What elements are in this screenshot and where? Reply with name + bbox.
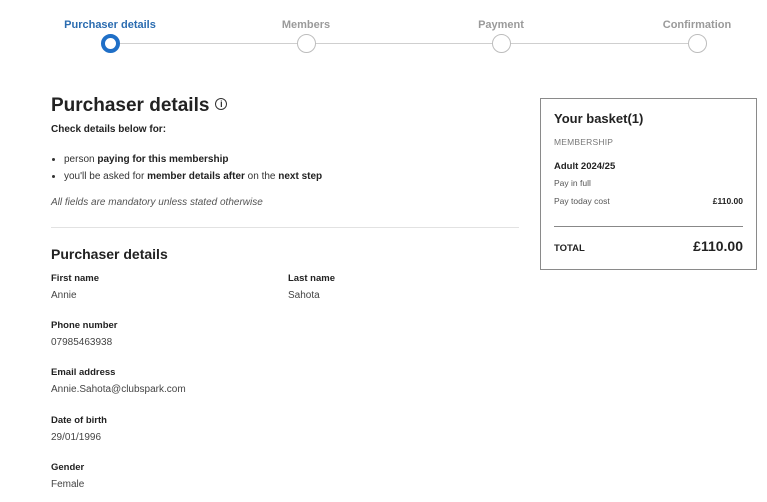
divider	[554, 226, 743, 227]
bullet-bold-text: member details after	[147, 171, 245, 182]
bullet-text: on the	[244, 171, 279, 182]
purchaser-details-panel: Purchaser details i Check details below f…	[51, 95, 519, 262]
basket-category: MEMBERSHIP	[554, 137, 614, 147]
field-value: 29/01/1996	[51, 432, 102, 443]
title-row: Purchaser details i	[51, 95, 519, 117]
step-purchaser-details: Purchaser details	[40, 0, 180, 53]
basket-title: Your basket(1)	[554, 111, 644, 126]
step-label: Confirmation	[662, 19, 732, 31]
field-value: Annie	[51, 290, 77, 301]
field-label: First name	[51, 273, 100, 284]
step-indicator	[687, 34, 707, 53]
bullet-bold-text: paying for this membership	[97, 154, 229, 165]
total-amount: £110.00	[693, 238, 743, 254]
divider	[51, 227, 519, 228]
pay-today-amount: £110.00	[712, 196, 743, 206]
step-label: Members	[281, 19, 331, 31]
instructions-list: person paying for this membership you'll…	[51, 154, 519, 183]
field-label: Date of birth	[51, 415, 107, 426]
field-label: Email address	[51, 367, 116, 378]
basket-plan: Pay in full	[554, 178, 591, 188]
step-indicator-active	[100, 34, 120, 53]
bullet-text: person	[64, 154, 98, 165]
step-members: Members	[236, 0, 376, 53]
last-name-field: Last name Sahota	[288, 273, 335, 302]
bullet-text: you'll be asked for	[64, 171, 148, 182]
pay-today-label: Pay today cost	[554, 196, 610, 206]
field-label: Last name	[288, 273, 335, 284]
step-payment: Payment	[431, 0, 571, 53]
step-confirmation: Confirmation	[627, 0, 767, 53]
step-indicator	[296, 34, 316, 53]
check-heading: Check details below for:	[51, 124, 167, 135]
email-address-field: Email address Annie.Sahota@clubspark.com	[51, 367, 186, 396]
section-title: Purchaser details	[51, 246, 168, 262]
step-indicator	[491, 34, 511, 53]
basket-summary: Your basket(1) MEMBERSHIP Adult 2024/25 …	[540, 98, 757, 270]
total-row: TOTAL £110.00	[554, 238, 743, 254]
total-label: TOTAL	[554, 243, 585, 254]
mandatory-note: All fields are mandatory unless stated o…	[51, 197, 263, 208]
gender-field: Gender Female	[51, 462, 84, 491]
field-value: Annie.Sahota@clubspark.com	[51, 384, 186, 395]
field-value: Sahota	[288, 290, 320, 301]
field-label: Phone number	[51, 320, 118, 331]
step-label: Payment	[478, 19, 524, 31]
page-title: Purchaser details	[51, 95, 210, 116]
field-label: Gender	[51, 462, 85, 473]
list-item: you'll be asked for member details after…	[64, 171, 519, 183]
field-value: 07985463938	[51, 337, 113, 348]
date-of-birth-field: Date of birth 29/01/1996	[51, 415, 107, 444]
progress-stepper: Purchaser details Members Payment Confir…	[0, 0, 767, 60]
phone-number-field: Phone number 07985463938	[51, 320, 118, 349]
step-label: Purchaser details	[64, 19, 156, 31]
bullet-bold-text: next step	[278, 171, 323, 182]
first-name-field: First name Annie	[51, 273, 99, 302]
list-item: person paying for this membership	[64, 154, 519, 166]
field-value: Female	[51, 479, 85, 490]
stepper-line	[110, 43, 697, 44]
pay-today-row: Pay today cost £110.00	[554, 196, 743, 206]
basket-item-name: Adult 2024/25	[554, 161, 616, 172]
info-icon[interactable]: i	[215, 98, 228, 110]
